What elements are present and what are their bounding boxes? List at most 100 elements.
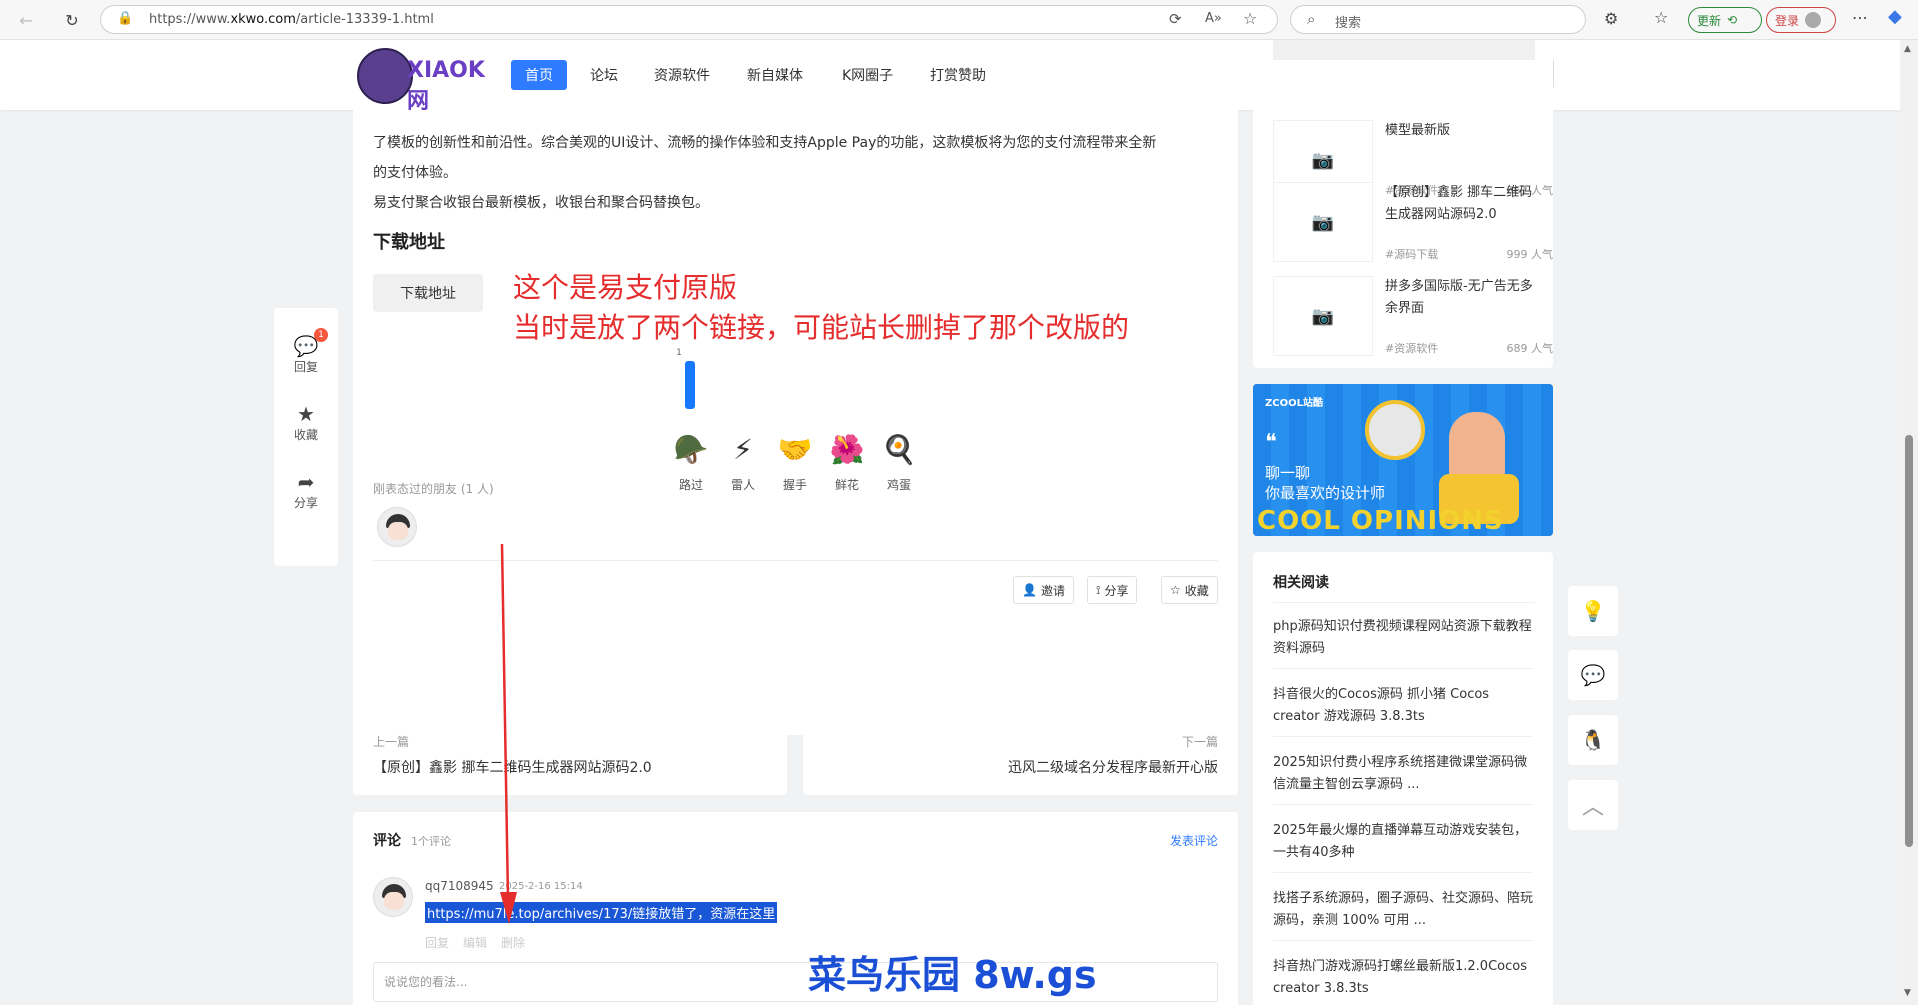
side-reply[interactable]: 💬 1 回复 bbox=[280, 328, 332, 375]
related-item[interactable]: 找搭子系统源码，圈子源码、社交源码、陪玩源码，亲测 100% 可用 ... bbox=[1273, 888, 1533, 941]
lightbulb-icon: 💡 bbox=[1580, 599, 1606, 623]
url-prefix: https://www. bbox=[149, 12, 231, 27]
comment-actions: 回复 编辑 删除 bbox=[425, 934, 525, 951]
lightning-icon: ⚡ bbox=[733, 433, 753, 466]
post-title[interactable]: 拼多多国际版-无广告无多余界面 bbox=[1385, 276, 1545, 320]
friend-avatar[interactable] bbox=[377, 507, 417, 547]
comment-delete-link[interactable]: 删除 bbox=[501, 934, 525, 951]
browser-search-box[interactable]: ⌕ 搜索 bbox=[1290, 5, 1586, 34]
login-button[interactable]: 登录 bbox=[1766, 7, 1836, 33]
friends-label: 刚表态过的朋友 (1 人) bbox=[373, 482, 494, 496]
top-cut-item bbox=[1273, 40, 1535, 60]
article-paragraph-3: 易支付聚合收银台最新模板，收银台和聚合码替换包。 bbox=[373, 195, 709, 211]
nav-resources[interactable]: 资源软件 bbox=[640, 60, 724, 90]
related-item[interactable]: php源码知识付费视频课程网站资源下载教程资料源码 bbox=[1273, 616, 1533, 669]
reaction-label: 握手 bbox=[782, 478, 807, 492]
comment-username[interactable]: qq7108945 bbox=[425, 879, 494, 893]
reaction-label: 雷人 bbox=[730, 478, 755, 492]
post-category[interactable]: #资源软件 bbox=[1385, 340, 1438, 356]
favorite-star-icon[interactable]: ☆ bbox=[1243, 9, 1257, 28]
address-bar[interactable]: 🔒 https://www.xkwo.com/article-13339-1.h… bbox=[100, 5, 1278, 34]
nav-forum[interactable]: 论坛 bbox=[576, 60, 632, 90]
reaction-handshake[interactable]: 🤝 握手 bbox=[775, 430, 815, 493]
next-title[interactable]: 迅风二级域名分发程序最新开心版 bbox=[1008, 757, 1218, 777]
comment-edit-link[interactable]: 编辑 bbox=[463, 934, 487, 951]
side-share-label: 分享 bbox=[293, 496, 318, 510]
translate-icon[interactable]: ⟳ bbox=[1169, 10, 1182, 28]
annotation-line-2: 当时是放了两个链接，可能站长删掉了那个改版的 bbox=[513, 311, 1130, 344]
refresh-icon[interactable]: ↻ bbox=[60, 8, 84, 32]
url-domain: xkwo.com bbox=[230, 12, 296, 27]
post-item[interactable]: 📷 拼多多国际版-无广告无多余界面 #资源软件 689 人气 bbox=[1273, 276, 1553, 356]
commenter-avatar[interactable] bbox=[373, 877, 413, 917]
profile-avatar-icon bbox=[1805, 12, 1822, 28]
tips-button[interactable]: 💡 bbox=[1568, 586, 1618, 636]
banner-line1: 聊一聊 bbox=[1265, 464, 1311, 482]
nav-media[interactable]: 新自媒体 bbox=[733, 60, 817, 90]
nav-circle[interactable]: K网圈子 bbox=[828, 60, 907, 90]
update-button[interactable]: 更新 ⟲ bbox=[1688, 7, 1762, 33]
side-share[interactable]: ➦ 分享 bbox=[280, 470, 332, 511]
reaction-bar-count: 1 bbox=[676, 348, 682, 358]
post-title[interactable]: 【原创】鑫影 挪车二维码生成器网站源码2.0 bbox=[1385, 182, 1545, 226]
reaction-pass[interactable]: 🪖 路过 bbox=[671, 430, 711, 493]
search-icon: ⌕ bbox=[1307, 10, 1316, 28]
wechat-button[interactable]: 💬 bbox=[1568, 650, 1618, 700]
reaction-label: 鸡蛋 bbox=[886, 478, 911, 492]
update-icon: ⟲ bbox=[1727, 13, 1738, 27]
site-logo[interactable]: XIAOK网 bbox=[357, 46, 485, 114]
extensions-icon[interactable]: ⚙ bbox=[1604, 9, 1618, 28]
side-favorite[interactable]: ★ 收藏 bbox=[280, 402, 332, 443]
qq-button[interactable]: 🐧 bbox=[1568, 715, 1618, 765]
comment-reply-link[interactable]: 回复 bbox=[425, 934, 449, 951]
share-icon: ⟟ bbox=[1096, 582, 1101, 597]
flower-icon: 🌺 bbox=[829, 433, 865, 466]
share-arrow-icon: ➦ bbox=[297, 470, 315, 494]
back-to-top-button[interactable]: ︿ bbox=[1568, 780, 1618, 830]
post-title[interactable]: 模型最新版 bbox=[1385, 120, 1545, 142]
web-page: XIAOK网 首页 论坛 资源软件 新自媒体 K网圈子 打赏赞助 ⌕ 🔔 了模板… bbox=[0, 40, 1900, 1005]
scrollbar-thumb[interactable] bbox=[1905, 435, 1913, 847]
article-paragraph-1: 了模板的创新性和前沿性。综合美观的UI设计、流畅的操作体验和支持Apple Pa… bbox=[373, 135, 1157, 151]
avatar-face-icon bbox=[384, 892, 404, 910]
invite-button[interactable]: 👤 邀请 bbox=[1013, 576, 1074, 604]
scroll-up-icon[interactable]: ▲ bbox=[1904, 44, 1911, 54]
related-item[interactable]: 抖音热门游戏源码打螺丝最新版1.2.0Cocos creator 3.8.3ts bbox=[1273, 956, 1533, 1005]
reaction-thunder[interactable]: ⚡ 雷人 bbox=[723, 430, 763, 493]
comments-card: 评论 1个评论 发表评论 qq7108945 2025-2-16 15:14 h… bbox=[353, 812, 1238, 1005]
reaction-flower[interactable]: 🌺 鲜花 bbox=[827, 430, 867, 493]
banner-big-text: COOL OPINIONS bbox=[1257, 506, 1504, 536]
watermark-text: 菜鸟乐园 8w.gs bbox=[808, 953, 1097, 997]
scrollbar-track[interactable]: ▲ ▼ bbox=[1900, 40, 1918, 1005]
favorite-button[interactable]: ☆ 收藏 bbox=[1161, 576, 1218, 604]
nav-home[interactable]: 首页 bbox=[511, 60, 567, 90]
post-category[interactable]: #源码下载 bbox=[1385, 246, 1438, 262]
article-paragraph-2: 的支付体验。 bbox=[373, 165, 457, 181]
side-favorite-label: 收藏 bbox=[293, 428, 318, 442]
related-title: 相关阅读 bbox=[1273, 575, 1329, 591]
related-item[interactable]: 2025年最火爆的直播弹幕互动游戏安装包，一共有40多种 bbox=[1273, 820, 1533, 873]
reaction-egg[interactable]: 🍳 鸡蛋 bbox=[879, 430, 919, 493]
related-item[interactable]: 抖音很火的Cocos源码 抓小猪 Cocos creator 游戏源码 3.8.… bbox=[1273, 684, 1533, 737]
post-comment-link[interactable]: 发表评论 bbox=[1170, 832, 1218, 849]
share-button[interactable]: ⟟ 分享 bbox=[1087, 576, 1138, 604]
copilot-icon[interactable]: ◆ bbox=[1888, 6, 1902, 27]
banner-line2: 你最喜欢的设计师 bbox=[1265, 484, 1386, 502]
prev-article-card[interactable]: 上一篇 【原创】鑫影 挪车二维码生成器网站源码2.0 bbox=[353, 711, 787, 795]
post-item[interactable]: 📷 【原创】鑫影 挪车二维码生成器网站源码2.0 #源码下载 999 人气 bbox=[1273, 182, 1553, 262]
next-article-card[interactable]: 下一篇 迅风二级域名分发程序最新开心版 bbox=[803, 711, 1238, 795]
back-icon[interactable]: ← bbox=[14, 8, 38, 32]
post-thumbnail: 📷 bbox=[1273, 182, 1373, 262]
nav-donate[interactable]: 打赏赞助 bbox=[916, 60, 1000, 90]
more-menu-icon[interactable]: ⋯ bbox=[1852, 8, 1868, 27]
divider bbox=[1273, 602, 1535, 603]
person-figure bbox=[1449, 412, 1505, 482]
read-aloud-icon[interactable]: A» bbox=[1205, 11, 1222, 26]
download-button[interactable]: 下载地址 bbox=[373, 274, 483, 312]
scroll-down-icon[interactable]: ▼ bbox=[1904, 988, 1911, 998]
comments-title: 评论 bbox=[373, 833, 401, 849]
comment-text[interactable]: https://mu7le.top/archives/173/链接放错了，资源在… bbox=[425, 902, 778, 923]
favorites-icon[interactable]: ☆ bbox=[1654, 8, 1668, 27]
related-item[interactable]: 2025知识付费小程序系统搭建微课堂源码微信流量主智创云享源码 ... bbox=[1273, 752, 1533, 805]
zcool-banner[interactable]: ZCOOL站酷 ❝ 聊一聊 你最喜欢的设计师 COOL OPINIONS bbox=[1253, 384, 1553, 536]
